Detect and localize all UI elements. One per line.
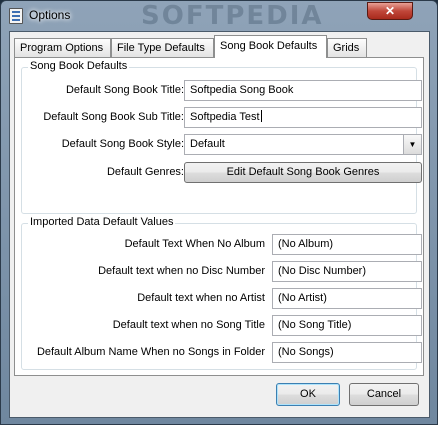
group-title: Imported Data Default Values xyxy=(28,216,176,228)
no-disc-number-label: Default text when no Disc Number xyxy=(98,265,265,277)
song-book-title-input[interactable]: Softpedia Song Book xyxy=(184,80,422,101)
title-bar[interactable]: Options SOFTPEDIA ✕ xyxy=(1,1,437,31)
app-document-icon xyxy=(9,8,23,24)
options-window: Options SOFTPEDIA ✕ Program Options File… xyxy=(0,0,438,425)
no-album-label: Default Text When No Album xyxy=(124,238,265,250)
song-book-subtitle-label: Default Song Book Sub Title: xyxy=(43,111,184,123)
no-artist-label: Default text when no Artist xyxy=(137,292,265,304)
song-book-title-label: Default Song Book Title: xyxy=(65,84,184,96)
song-book-subtitle-input[interactable]: Softpedia Test xyxy=(184,107,422,128)
tab-label: File Type Defaults xyxy=(117,42,205,54)
close-button[interactable]: ✕ xyxy=(367,2,413,20)
group-title: Song Book Defaults xyxy=(28,60,130,72)
tab-label: Program Options xyxy=(20,42,104,54)
tab-label: Song Book Defaults xyxy=(220,40,318,52)
song-book-defaults-group: Song Book Defaults Default Song Book Tit… xyxy=(21,60,422,214)
song-book-style-select[interactable]: Default ▼ xyxy=(184,134,422,155)
no-songs-album-input[interactable]: (No Songs) xyxy=(272,342,422,363)
no-songs-album-label: Default Album Name When no Songs in Fold… xyxy=(36,346,265,358)
tab-label: Grids xyxy=(333,42,360,54)
style-selected-value: Default xyxy=(190,138,225,150)
window-title: Options xyxy=(29,8,71,22)
ok-button[interactable]: OK xyxy=(276,383,340,406)
subtitle-value: Softpedia Test xyxy=(190,111,260,123)
text-caret xyxy=(260,110,262,122)
chevron-down-icon[interactable]: ▼ xyxy=(403,135,421,154)
cancel-button-label: Cancel xyxy=(366,388,402,400)
no-song-title-input[interactable]: (No Song Title) xyxy=(272,315,422,336)
edit-genres-button-label: Edit Default Song Book Genres xyxy=(226,166,380,178)
cancel-button[interactable]: Cancel xyxy=(349,383,419,406)
ok-button-label: OK xyxy=(300,388,316,400)
no-album-input[interactable]: (No Album) xyxy=(272,234,422,255)
no-artist-input[interactable]: (No Artist) xyxy=(272,288,422,309)
imported-data-defaults-group: Imported Data Default Values Default Tex… xyxy=(21,216,422,370)
tab-file-type-defaults[interactable]: File Type Defaults xyxy=(111,38,214,57)
softpedia-watermark: SOFTPEDIA xyxy=(141,1,324,31)
tab-program-options[interactable]: Program Options xyxy=(14,38,111,57)
no-disc-number-input[interactable]: (No Disc Number) xyxy=(272,261,422,282)
no-song-title-label: Default text when no Song Title xyxy=(112,319,265,331)
tab-grids[interactable]: Grids xyxy=(327,38,367,57)
dialog-client-area: Program Options File Type Defaults Song … xyxy=(9,31,430,418)
default-genres-label: Default Genres: xyxy=(106,166,184,178)
song-book-style-label: Default Song Book Style: xyxy=(61,138,184,150)
close-icon: ✕ xyxy=(384,4,396,18)
tab-song-book-defaults[interactable]: Song Book Defaults xyxy=(214,35,327,58)
song-book-defaults-panel: Song Book Defaults Default Song Book Tit… xyxy=(14,57,424,376)
edit-genres-button[interactable]: Edit Default Song Book Genres xyxy=(184,162,422,183)
